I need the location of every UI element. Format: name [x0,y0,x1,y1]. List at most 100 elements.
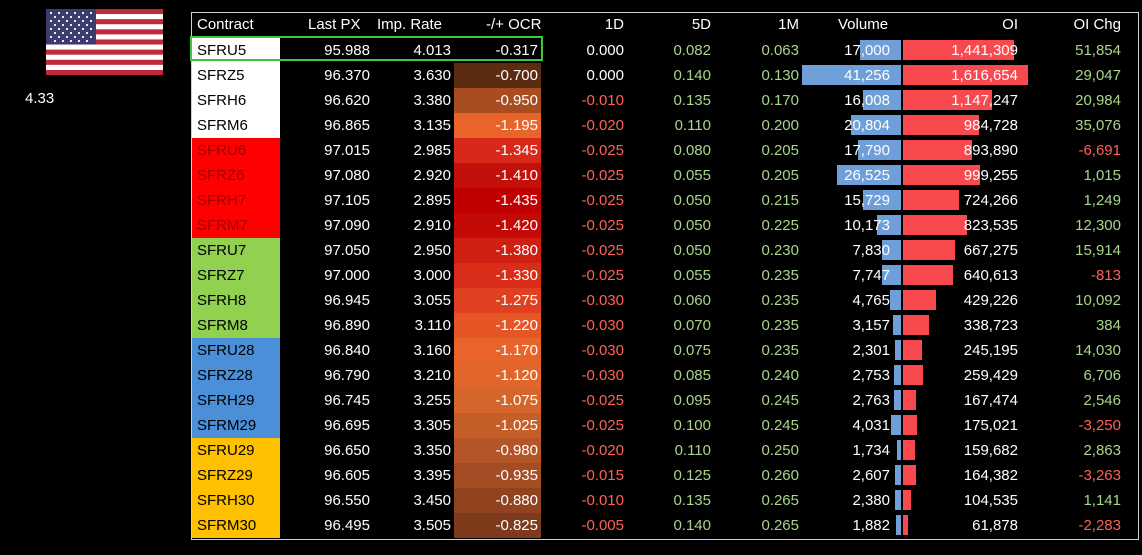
change-1d-cell: -0.010 [581,92,624,109]
change-5d-cell: 0.050 [673,192,711,209]
table-row[interactable]: SFRM30 96.495 3.505 -0.825 -0.005 0.140 0.265 1… [192,513,1138,538]
last-px-cell: 96.890 [324,317,370,334]
change-1m-cell: 0.215 [761,192,799,209]
change-5d-cell: 0.110 [674,117,711,134]
oi-chg-cell: -3,250 [1078,417,1121,434]
col-header-contract[interactable]: Contract [197,16,254,33]
ocr-diff-cell: -0.880 [495,492,538,509]
change-5d-cell: 0.085 [673,367,711,384]
contract-cell: SFRZ29 [197,467,253,484]
change-5d-cell: 0.075 [673,342,711,359]
col-header-oi-chg[interactable]: OI Chg [1073,16,1121,33]
table-row[interactable]: SFRZ7 97.000 3.000 -1.330 -0.025 0.055 0.235 7,… [192,263,1138,288]
change-5d-cell: 0.095 [673,392,711,409]
change-1d-cell: -0.025 [581,142,624,159]
oi-cell: 338,723 [963,317,1018,334]
change-1m-cell: 0.235 [761,342,799,359]
col-header-last-px[interactable]: Last PX [308,16,361,33]
oi-bar [903,315,929,335]
ocr-diff-cell: -1.120 [495,367,538,384]
col-header-5d[interactable]: 5D [692,16,711,33]
last-px-cell: 97.050 [324,242,370,259]
volume-cell: 2,753 [852,367,890,384]
last-px-cell: 97.000 [324,267,370,284]
change-1d-cell: -0.005 [581,517,624,534]
volume-cell: 20,804 [844,117,890,134]
col-header-1d[interactable]: 1D [605,16,624,33]
imp-rate-cell: 3.380 [413,92,451,109]
contract-cell: SFRZ7 [197,267,245,284]
contract-cell: SFRU28 [197,342,255,359]
contract-cell: SFRM29 [197,417,257,434]
change-1m-cell: 0.235 [761,267,799,284]
change-1d-cell: -0.025 [581,192,624,209]
volume-cell: 1,734 [852,442,890,459]
table-row[interactable]: SFRM29 96.695 3.305 -1.025 -0.025 0.100 0.245 4… [192,413,1138,438]
volume-cell: 3,157 [852,317,890,334]
change-1m-cell: 0.240 [761,367,799,384]
oi-cell: 259,429 [963,367,1018,384]
col-header-oi[interactable]: OI [1002,16,1018,33]
table-row[interactable]: SFRU6 97.015 2.985 -1.345 -0.025 0.080 0.205 17… [192,138,1138,163]
change-1d-cell: -0.030 [581,292,624,309]
oi-chg-cell: 51,854 [1075,42,1121,59]
last-px-cell: 96.620 [324,92,370,109]
oi-chg-cell: -2,283 [1078,517,1121,534]
oi-cell: 999,255 [963,167,1018,184]
futures-table: Contract Last PX Imp. Rate -/+ OCR 1D 5D… [191,12,1139,540]
col-header-volume[interactable]: Volume [838,16,888,33]
change-5d-cell: 0.100 [673,417,711,434]
oi-cell: 640,613 [963,267,1018,284]
oi-bar [903,215,967,235]
last-px-cell: 96.550 [324,492,370,509]
table-row[interactable]: SFRH6 96.620 3.380 -0.950 -0.010 0.135 0.170 16… [192,88,1138,113]
last-px-cell: 97.015 [324,142,370,159]
table-row[interactable]: SFRH7 97.105 2.895 -1.435 -0.025 0.050 0.215 15… [192,188,1138,213]
change-1m-cell: 0.205 [761,167,799,184]
imp-rate-cell: 3.110 [414,317,451,334]
table-header: Contract Last PX Imp. Rate -/+ OCR 1D 5D… [192,13,1138,38]
last-px-cell: 96.650 [324,442,370,459]
col-header-imp-rate[interactable]: Imp. Rate [377,16,442,33]
volume-cell: 2,763 [852,392,890,409]
table-row[interactable]: SFRZ29 96.605 3.395 -0.935 -0.015 0.125 0.260 2… [192,463,1138,488]
table-row[interactable]: SFRU29 96.650 3.350 -0.980 -0.020 0.110 0.250 1… [192,438,1138,463]
col-header-1m[interactable]: 1M [778,16,799,33]
oi-bar [903,365,923,385]
ocr-diff-cell: -0.935 [495,467,538,484]
oi-cell: 159,682 [963,442,1018,459]
imp-rate-cell: 3.055 [413,292,451,309]
table-row[interactable]: SFRZ6 97.080 2.920 -1.410 -0.025 0.055 0.205 26… [192,163,1138,188]
table-row[interactable]: SFRZ5 96.370 3.630 -0.700 0.000 0.140 0.130 41,… [192,63,1138,88]
imp-rate-cell: 2.910 [413,217,451,234]
table-row[interactable]: SFRU7 97.050 2.950 -1.380 -0.025 0.050 0.230 7,… [192,238,1138,263]
us-flag-icon [46,9,163,75]
change-5d-cell: 0.082 [673,42,711,59]
oi-chg-cell: 35,076 [1075,117,1121,134]
change-1m-cell: 0.063 [761,42,799,59]
imp-rate-cell: 3.350 [413,442,451,459]
table-row[interactable]: SFRH29 96.745 3.255 -1.075 -0.025 0.095 0.245 2… [192,388,1138,413]
change-1d-cell: -0.025 [581,167,624,184]
imp-rate-cell: 3.450 [413,492,451,509]
table-row[interactable]: SFRM7 97.090 2.910 -1.420 -0.025 0.050 0.225 10… [192,213,1138,238]
col-header-ocr-diff[interactable]: -/+ OCR [486,16,541,33]
oi-cell: 167,474 [963,392,1018,409]
oi-cell: 61,878 [972,517,1018,534]
table-row[interactable]: SFRH30 96.550 3.450 -0.880 -0.010 0.135 0.265 2… [192,488,1138,513]
change-1d-cell: 0.000 [586,42,624,59]
last-px-cell: 96.945 [324,292,370,309]
imp-rate-cell: 3.210 [413,367,451,384]
table-row[interactable]: SFRM8 96.890 3.110 -1.220 -0.030 0.070 0.235 3,… [192,313,1138,338]
table-row[interactable]: SFRZ28 96.790 3.210 -1.120 -0.030 0.085 0.240 2… [192,363,1138,388]
ocr-diff-cell: -1.075 [495,392,538,409]
volume-cell: 2,380 [852,492,890,509]
oi-cell: 1,441,309 [951,42,1018,59]
volume-cell: 41,256 [844,67,890,84]
table-row[interactable]: SFRU28 96.840 3.160 -1.170 -0.030 0.075 0.235 2… [192,338,1138,363]
oi-cell: 1,147,247 [951,92,1018,109]
table-row[interactable]: SFRH8 96.945 3.055 -1.275 -0.030 0.060 0.235 4,… [192,288,1138,313]
contract-cell: SFRH29 [197,392,255,409]
table-row[interactable]: SFRM6 96.865 3.135 -1.195 -0.020 0.110 0.200 20… [192,113,1138,138]
last-px-cell: 97.090 [324,217,370,234]
